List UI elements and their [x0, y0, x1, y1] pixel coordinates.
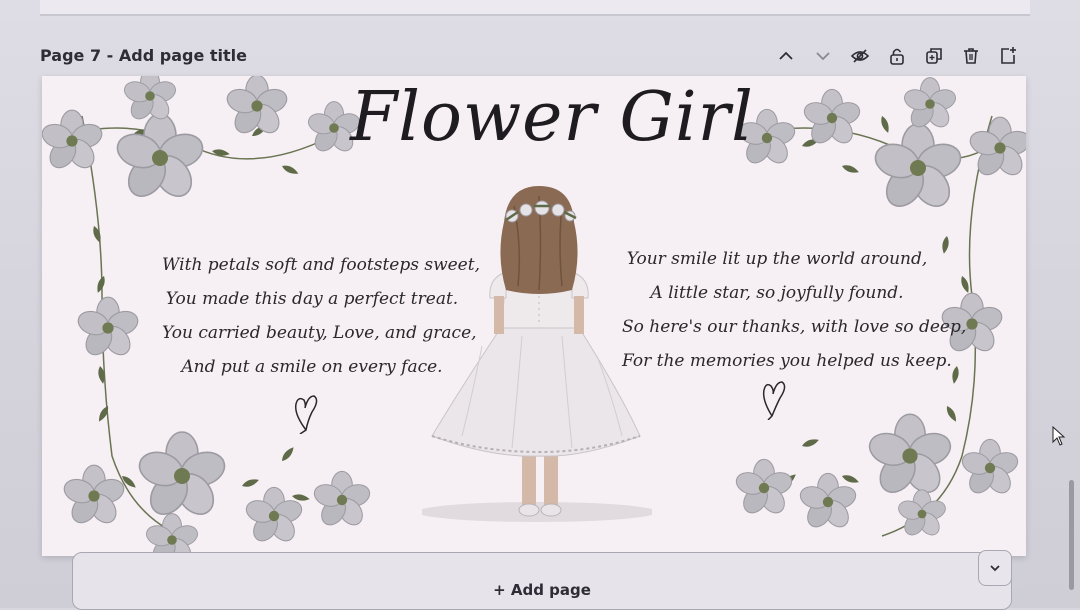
- design-page[interactable]: Flower Girl With petals soft and footste…: [42, 76, 1026, 556]
- eye-hide-icon: [850, 49, 870, 63]
- previous-page-edge[interactable]: [40, 0, 1030, 16]
- page-header: Page 7 - Add page title: [38, 40, 1028, 74]
- lock-page-button[interactable]: [885, 44, 909, 68]
- poem-left-line: And put a smile on every face.: [181, 357, 443, 377]
- flower-girl-illustration: [422, 186, 652, 522]
- poem-left-line: You made this day a perfect treat.: [165, 289, 459, 309]
- page-title[interactable]: Page 7 - Add page title: [40, 46, 247, 65]
- poem-right[interactable]: Your smile lit up the world around, A li…: [622, 242, 967, 378]
- poem-right-line: A little star, so joyfully found.: [650, 283, 904, 303]
- poem-left-line: With petals soft and footsteps sweet,: [162, 255, 480, 275]
- hide-page-button[interactable]: [848, 44, 872, 68]
- mouse-cursor-icon: [1052, 426, 1066, 446]
- chevron-down-icon: [990, 565, 1000, 572]
- chevron-up-icon: [779, 51, 793, 60]
- duplicate-icon: [926, 48, 942, 64]
- vertical-scrollbar[interactable]: [1069, 480, 1074, 590]
- move-page-up-button[interactable]: [774, 44, 798, 68]
- add-page-after-button[interactable]: [996, 44, 1020, 68]
- heart-doodle-left: [294, 395, 318, 434]
- duplicate-page-button[interactable]: [922, 44, 946, 68]
- canvas-area: Page 7 - Add page title Flower Girl With…: [0, 0, 1080, 610]
- poem-right-line: Your smile lit up the world around,: [626, 249, 928, 269]
- add-page-label: + Add page: [493, 581, 591, 599]
- delete-page-button[interactable]: [959, 44, 983, 68]
- add-page-options-button[interactable]: [978, 550, 1012, 586]
- poem-right-line: So here's our thanks, with love so deep,: [622, 317, 967, 337]
- poem-left-line: You carried beauty, Love, and grace,: [162, 323, 477, 343]
- lock-icon: [890, 48, 904, 65]
- chevron-down-icon: [816, 52, 830, 61]
- trash-icon: [964, 48, 978, 64]
- add-page-icon: [1001, 47, 1016, 64]
- move-page-down-button[interactable]: [811, 44, 835, 68]
- poem-right-line: For the memories you helped us keep.: [622, 351, 952, 371]
- add-page-button[interactable]: + Add page: [72, 552, 1012, 610]
- poem-left[interactable]: With petals soft and footsteps sweet, Yo…: [162, 248, 480, 384]
- page-actions: [774, 44, 1020, 68]
- heart-doodle-right: [762, 381, 786, 420]
- design-title-text[interactable]: Flower Girl: [342, 78, 762, 157]
